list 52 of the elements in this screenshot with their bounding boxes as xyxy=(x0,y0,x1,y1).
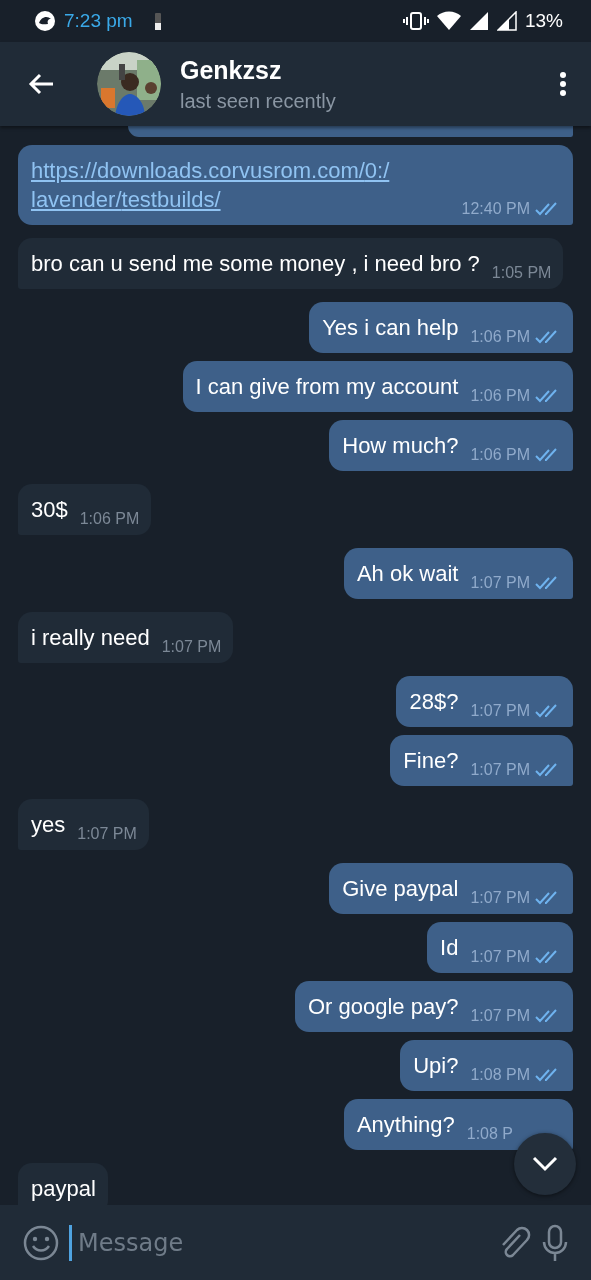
message-time: 1:07 PM xyxy=(470,947,530,967)
message-text: Anything? xyxy=(356,1111,455,1139)
message-text: 30$ xyxy=(31,496,68,524)
message-time: 1:07 PM xyxy=(77,824,137,844)
message-text: Ah ok wait xyxy=(356,560,459,588)
last-seen-status: last seen recently xyxy=(180,89,337,113)
signal-icon xyxy=(468,11,489,31)
message-time: 1:07 PM xyxy=(161,637,222,657)
message-time: 1:06 PM xyxy=(470,445,530,465)
message-time: 1:07 PM xyxy=(470,1006,530,1026)
contact-name: Genkzsz xyxy=(180,55,283,85)
status-time: 7:23 pm xyxy=(64,10,133,32)
message-time: 1:06 PM xyxy=(470,386,530,406)
message-text: paypal xyxy=(31,1175,96,1203)
paperclip-icon[interactable] xyxy=(499,1225,531,1260)
back-arrow-icon[interactable] xyxy=(27,72,55,96)
message-time: 1:07 PM xyxy=(470,888,530,908)
microphone-icon[interactable] xyxy=(541,1223,569,1262)
signal-icon xyxy=(496,11,517,31)
message-text: Id xyxy=(440,934,459,962)
message-time: 1:07 PM xyxy=(470,701,530,721)
message-text: 28$? xyxy=(409,688,459,716)
wifi-icon xyxy=(436,11,461,31)
message-time: 1:08 P xyxy=(466,1124,513,1144)
message-text: yes xyxy=(31,811,66,839)
message-text: Upi? xyxy=(413,1052,459,1080)
message-input-bar[interactable]: Message xyxy=(0,1205,591,1280)
message-time: 1:06 PM xyxy=(470,327,530,347)
message-time: 1:06 PM xyxy=(79,509,140,529)
scroll-down-button[interactable] xyxy=(514,1133,576,1195)
message-text: i really need xyxy=(31,624,150,652)
message-input[interactable]: Message xyxy=(69,1224,489,1261)
link[interactable]: https://downloads.corvusrom.com/0:/lavender/testbuilds/ xyxy=(31,156,450,214)
more-options-icon[interactable] xyxy=(559,71,567,97)
message-text: Or google pay? xyxy=(307,993,459,1021)
message-text: bro can u send me some money , i need bro ? xyxy=(31,250,480,278)
emoji-icon[interactable] xyxy=(23,1224,59,1261)
message-time: 1:07 PM xyxy=(470,760,530,780)
message-time: 1:08 PM xyxy=(470,1065,530,1085)
battery-icon xyxy=(152,11,163,31)
message-time: 1:05 PM xyxy=(491,263,552,283)
message-text: I can give from my account xyxy=(195,373,459,401)
chevron-down-icon xyxy=(532,1156,558,1172)
message-text: Fine? xyxy=(403,747,459,775)
message-time: 12:40 PM xyxy=(461,199,530,219)
battery-percent: 13% xyxy=(524,10,563,32)
message-text: Yes i can help xyxy=(322,314,459,342)
vibrate-icon xyxy=(402,11,429,31)
message-time: 1:07 PM xyxy=(470,573,530,593)
message-text: Give paypal xyxy=(342,875,459,903)
bird-icon xyxy=(34,10,56,32)
message-text: How much? xyxy=(342,432,459,460)
